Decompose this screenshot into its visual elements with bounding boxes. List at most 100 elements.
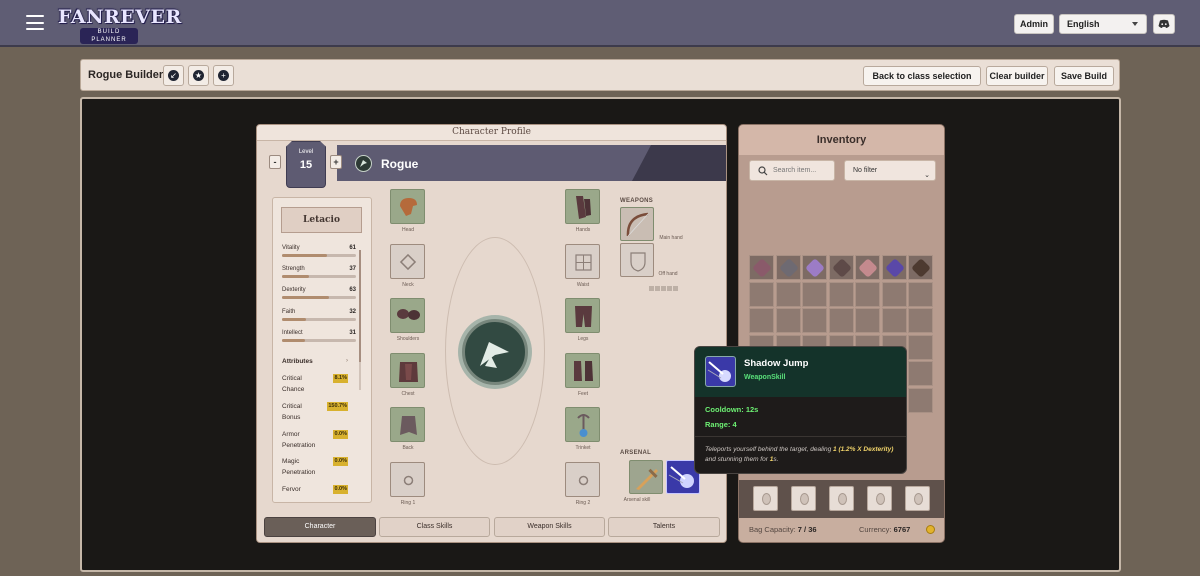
slot-back[interactable] <box>390 407 425 442</box>
top-navigation-bar: FANREVER BUILD PLANNER Admin English <box>0 0 1200 47</box>
inventory-empty-slot[interactable] <box>775 281 801 307</box>
back-to-class-selection-button[interactable]: Back to class selection <box>863 66 981 86</box>
tab-class-skills[interactable]: Class Skills <box>379 517 490 537</box>
builder-title: Rogue Builder <box>88 69 164 81</box>
inventory-empty-slot[interactable] <box>828 281 854 307</box>
inventory-item-slot[interactable] <box>855 255 880 280</box>
inventory-item-slot[interactable] <box>908 255 933 280</box>
tooltip-divider <box>695 436 906 437</box>
discord-icon <box>1158 19 1170 28</box>
tab-weapon-skills[interactable]: Weapon Skills <box>494 517 605 537</box>
bag-icon <box>762 493 771 505</box>
save-build-button[interactable]: Save Build <box>1054 66 1114 86</box>
language-select[interactable]: English <box>1059 14 1147 34</box>
attr-magic-penetration: Magic Penetration 0.0% <box>282 457 348 476</box>
bag-slot[interactable] <box>829 486 854 511</box>
fanrever-logo[interactable]: FANREVER BUILD PLANNER <box>58 8 181 44</box>
stat-dexterity: Dexterity 63 <box>282 287 356 299</box>
item-icon <box>858 258 878 278</box>
slot-trinket[interactable] <box>565 407 600 442</box>
character-name[interactable]: Letacio <box>281 207 362 233</box>
off-hand-label: Off hand <box>658 271 678 277</box>
inventory-filter-select[interactable]: No filter ⌄ <box>844 160 936 181</box>
arsenal-skill-label: Arsenal skill <box>623 497 651 503</box>
bag-icon <box>800 493 809 505</box>
inventory-empty-slot[interactable] <box>775 308 801 333</box>
inventory-title: Inventory <box>739 125 944 155</box>
search-icon <box>758 166 768 176</box>
level-value: 15 <box>299 159 313 171</box>
bag-slot[interactable] <box>791 486 816 511</box>
level-decrease-button[interactable]: - <box>269 155 281 169</box>
inventory-empty-slot[interactable] <box>828 308 854 333</box>
slot-ring-1[interactable] <box>390 462 425 497</box>
inventory-search-input[interactable]: Search item... <box>749 160 835 181</box>
slot-arsenal-1[interactable] <box>629 460 663 494</box>
inventory-item-slot[interactable] <box>828 255 854 280</box>
inventory-item-slot[interactable] <box>775 255 801 280</box>
inventory-empty-slot[interactable] <box>802 281 827 307</box>
inventory-empty-slot[interactable] <box>908 361 933 386</box>
ring-placeholder-icon <box>578 475 589 486</box>
inventory-empty-slot[interactable] <box>908 387 933 413</box>
inventory-item-slot[interactable] <box>881 255 907 280</box>
tab-character[interactable]: Character <box>264 517 376 537</box>
weapon-gem-sockets <box>649 278 679 296</box>
inventory-empty-slot[interactable] <box>749 281 774 307</box>
inventory-empty-slot[interactable] <box>802 308 827 333</box>
slot-feet[interactable] <box>565 353 600 388</box>
inventory-empty-slot[interactable] <box>881 308 907 333</box>
slot-label-neck: Neck <box>402 282 414 288</box>
slot-main-hand[interactable] <box>620 207 654 241</box>
attributes-heading: Attributes <box>282 358 313 365</box>
slot-label-feet: Feet <box>577 391 588 397</box>
bag-capacity: Bag Capacity: 7 / 36 <box>749 525 817 534</box>
chevron-down-icon[interactable]: › <box>346 358 348 364</box>
inventory-empty-slot[interactable] <box>749 308 774 333</box>
builder-toolbar: Rogue Builder ↙ ★ + Back to class select… <box>80 59 1120 91</box>
slot-neck[interactable] <box>390 244 425 279</box>
slot-chest[interactable] <box>390 353 425 388</box>
necklace-placeholder-icon <box>399 253 417 271</box>
inventory-empty-slot[interactable] <box>881 281 907 307</box>
inventory-empty-slot[interactable] <box>855 308 880 333</box>
inventory-empty-slot[interactable] <box>908 281 933 307</box>
slot-waist[interactable] <box>565 244 600 279</box>
add-button[interactable]: + <box>213 65 234 86</box>
discord-button[interactable] <box>1153 14 1175 34</box>
bag-slot[interactable] <box>905 486 930 511</box>
slot-head[interactable] <box>390 189 425 224</box>
stat-intellect: Intellect 31 <box>282 330 356 342</box>
level-badge: Level 15 <box>286 141 326 188</box>
slot-legs[interactable] <box>565 298 600 333</box>
menu-icon[interactable] <box>26 15 44 30</box>
admin-button[interactable]: Admin <box>1014 14 1054 34</box>
item-icon <box>778 258 799 278</box>
inventory-item-slot[interactable] <box>749 255 774 280</box>
bag-slot[interactable] <box>867 486 892 511</box>
inventory-empty-slot[interactable] <box>908 308 933 333</box>
tab-talents[interactable]: Talents <box>608 517 720 537</box>
favorite-button[interactable]: ★ <box>188 65 209 86</box>
inventory-item-slot[interactable] <box>802 255 827 280</box>
inventory-empty-slot[interactable] <box>908 334 933 360</box>
stats-scroll-thumb[interactable] <box>359 250 361 362</box>
profile-tabs: Character Class Skills Weapon Skills Tal… <box>257 515 726 542</box>
slot-shoulders[interactable] <box>390 298 425 333</box>
trinket-icon <box>577 414 590 437</box>
chevron-down-icon: ⌄ <box>924 172 930 179</box>
bag-slot[interactable] <box>753 486 778 511</box>
slot-hands[interactable] <box>565 189 600 224</box>
tooltip-skill-name: Shadow Jump <box>744 358 809 369</box>
level-increase-button[interactable]: + <box>330 155 342 169</box>
rogue-class-icon <box>355 155 372 172</box>
clear-builder-button[interactable]: Clear builder <box>986 66 1048 86</box>
attr-critical-bonus: Critical Bonus 150.7% <box>282 402 348 421</box>
slot-label-back: Back <box>402 445 414 451</box>
item-icon <box>884 258 905 278</box>
class-icon-button[interactable]: ↙ <box>163 65 184 86</box>
slot-label-legs: Legs <box>577 336 589 342</box>
inventory-empty-slot[interactable] <box>855 281 880 307</box>
slot-ring-2[interactable] <box>565 462 600 497</box>
main-hand-label: Main hand <box>659 235 683 241</box>
